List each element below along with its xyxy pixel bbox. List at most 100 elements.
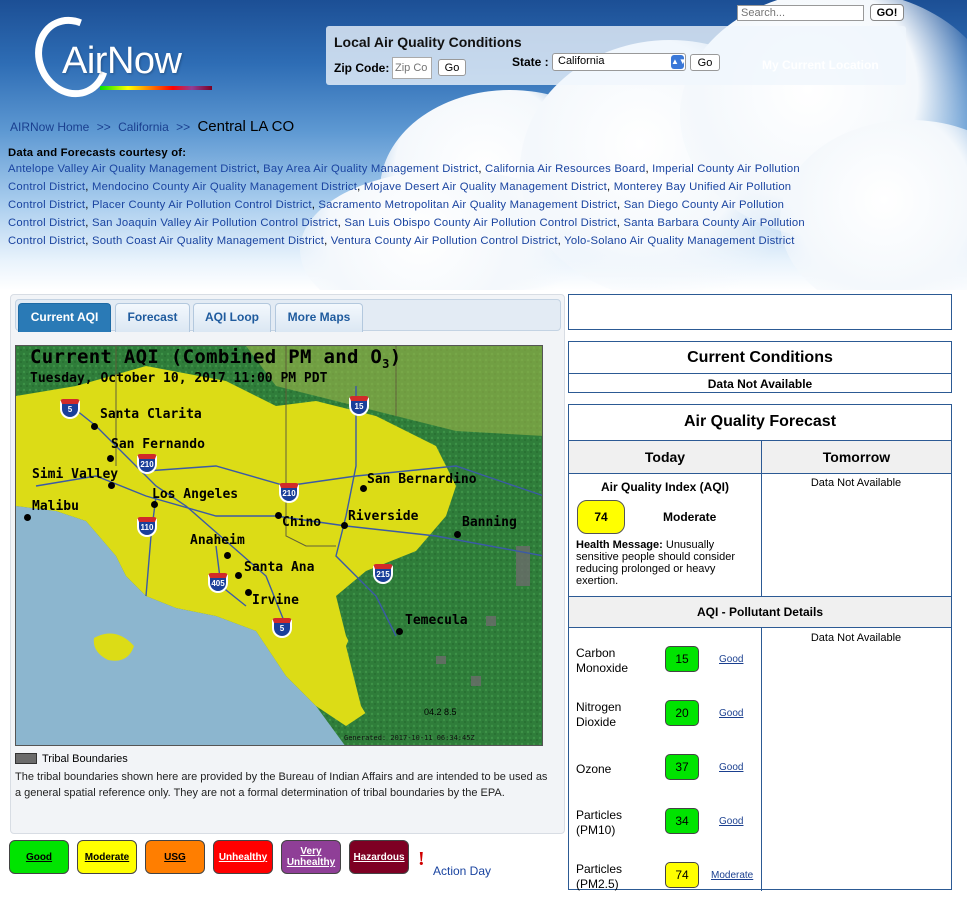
- pollutant-name-line1: Carbon: [576, 646, 616, 660]
- city-label: Irvine: [252, 593, 299, 608]
- legend-very-unhealthy-line2: Unhealthy: [286, 857, 336, 868]
- map-panel: Current AQI Forecast AQI Loop More Maps: [10, 294, 565, 834]
- agency-link[interactable]: Antelope Valley Air Quality Management D…: [8, 163, 256, 175]
- agency-separator: ,: [357, 181, 364, 193]
- pollutant-name-line2: (PM10): [576, 823, 616, 837]
- city-dot: [224, 552, 231, 559]
- divider: [761, 474, 762, 596]
- city-label: Malibu: [32, 499, 79, 514]
- pollutant-value-badge: 74: [665, 862, 699, 888]
- state-label: State :: [512, 55, 549, 69]
- health-message: Health Message: Unusually sensitive peop…: [576, 539, 756, 587]
- map-scale: 04.2 8.5: [424, 707, 457, 717]
- city-label: Los Angeles: [152, 487, 239, 502]
- agency-link[interactable]: San Joaquin Valley Air Pollution Control…: [92, 217, 338, 229]
- pollutant-name-line2: (PM2.5): [576, 877, 619, 891]
- airnow-logo[interactable]: AirNow: [22, 4, 212, 110]
- pollutant-name-line1: Nitrogen: [576, 700, 622, 714]
- pollutant-value-badge: 34: [665, 808, 699, 834]
- city-label: San Bernardino: [367, 472, 477, 487]
- current-conditions-title: Current Conditions: [687, 349, 833, 366]
- pollutant-row: Particles (PM2.5) 74 Moderate: [569, 848, 761, 902]
- breadcrumb-home-link[interactable]: AIRNow Home: [10, 120, 89, 134]
- agency-link[interactable]: Placer County Air Pollution Control Dist…: [92, 199, 312, 211]
- legend-unhealthy-button[interactable]: Unhealthy: [213, 840, 273, 874]
- pollutant-row: Nitrogen Dioxide 20 Good: [569, 686, 761, 740]
- aqi-label: Air Quality Index (AQI): [600, 480, 729, 494]
- city-dot: [108, 482, 115, 489]
- aqi-category: Moderate: [663, 510, 717, 524]
- city-label: Anaheim: [190, 533, 245, 548]
- zip-code-input[interactable]: [392, 57, 432, 79]
- agency-link[interactable]: San Luis Obispo County Air Pollution Con…: [344, 217, 616, 229]
- state-select[interactable]: California ▲▼: [552, 53, 687, 71]
- search-input[interactable]: [737, 5, 864, 21]
- pollutant-category-link[interactable]: Good: [719, 762, 743, 773]
- agency-link[interactable]: Bay Area Air Quality Management District: [263, 163, 478, 175]
- pollutant-details: Data Not Available Carbon Monoxide 15 Goo…: [569, 628, 951, 891]
- agency-link[interactable]: Sacramento Metropolitan Air Quality Mana…: [318, 199, 617, 211]
- city-label: Santa Ana: [244, 560, 315, 575]
- divider: [761, 628, 762, 891]
- city-dot: [275, 512, 282, 519]
- pollutant-name: Particles (PM10): [576, 808, 622, 838]
- agency-separator: ,: [607, 181, 614, 193]
- page-title: Central LA CO: [197, 118, 295, 135]
- agency-link[interactable]: Yolo-Solano Air Quality Management Distr…: [564, 235, 794, 247]
- agency-link[interactable]: Mojave Desert Air Quality Management Dis…: [364, 181, 607, 193]
- courtesy-section: Data and Forecasts courtesy of: Antelope…: [8, 146, 808, 250]
- action-day-link[interactable]: Action Day: [433, 864, 491, 878]
- pollutant-name-line1: Ozone: [576, 762, 612, 776]
- pollutant-category-link[interactable]: Good: [719, 654, 743, 665]
- breadcrumb-separator: >>: [96, 120, 111, 134]
- forecast-tomorrow-header: Tomorrow: [761, 441, 951, 473]
- legend-moderate-button[interactable]: Moderate: [77, 840, 137, 874]
- search-go-button[interactable]: GO!: [870, 4, 904, 21]
- legend-usg-button[interactable]: USG: [145, 840, 205, 874]
- air-quality-forecast-box: Air Quality Forecast Today Tomorrow Air …: [568, 404, 952, 891]
- pollutant-category-link[interactable]: Good: [719, 708, 743, 719]
- logo-text: AirNow: [62, 40, 182, 82]
- agency-separator: ,: [324, 235, 331, 247]
- pollutant-name-line2: Dioxide: [576, 715, 617, 729]
- legend-good-button[interactable]: Good: [9, 840, 69, 874]
- interstate-shield-icon: 405: [208, 573, 228, 593]
- city-label: Banning: [462, 515, 517, 530]
- city-dot: [151, 501, 158, 508]
- forecast-today-header: Today: [644, 449, 686, 465]
- agency-link[interactable]: South Coast Air Quality Management Distr…: [92, 235, 324, 247]
- tomorrow-status: Data Not Available: [810, 477, 902, 489]
- current-conditions-status: Data Not Available: [707, 377, 813, 391]
- aqi-value-badge: 74: [577, 500, 625, 534]
- my-current-location-link[interactable]: My Current Location: [762, 58, 879, 72]
- tab-current-aqi[interactable]: Current AQI: [18, 303, 111, 332]
- current-conditions-box: Current Conditions Data Not Available: [568, 341, 952, 393]
- zip-go-button[interactable]: Go: [438, 59, 466, 76]
- city-label: San Fernando: [111, 437, 205, 452]
- tab-aqi-loop[interactable]: AQI Loop: [193, 303, 271, 332]
- agency-separator: ,: [85, 217, 92, 229]
- map-title: Current AQI (Combined PM and O3): [30, 346, 401, 371]
- city-label: Simi Valley: [32, 467, 119, 482]
- agency-link[interactable]: Mendocino County Air Quality Management …: [92, 181, 357, 193]
- agency-link[interactable]: California Air Resources Board: [485, 163, 645, 175]
- agency-link[interactable]: Ventura County Air Pollution Control Dis…: [331, 235, 558, 247]
- tab-more-maps[interactable]: More Maps: [275, 303, 363, 332]
- forecast-aqi-row: Air Quality Index (AQI) 74 Moderate Heal…: [569, 474, 951, 596]
- tab-forecast[interactable]: Forecast: [115, 303, 190, 332]
- pollutant-category-link[interactable]: Good: [719, 816, 743, 827]
- breadcrumb-state-link[interactable]: California: [118, 120, 169, 134]
- tribal-boundaries-note: The tribal boundaries shown here are pro…: [15, 771, 548, 799]
- map-generated-time: Generated: 2017-10-11 06:34:45Z: [344, 734, 475, 742]
- state-go-button[interactable]: Go: [690, 54, 720, 71]
- pollutant-tomorrow-status: Data Not Available: [810, 632, 902, 644]
- legend-hazardous-button[interactable]: Hazardous: [349, 840, 409, 874]
- pollutant-category-link[interactable]: Moderate: [711, 870, 753, 881]
- pollutant-row: Carbon Monoxide 15 Good: [569, 632, 761, 686]
- pollutant-name-line1: Particles: [576, 862, 623, 876]
- action-day-icon: !: [418, 848, 425, 870]
- pollutant-name: Carbon Monoxide: [576, 646, 628, 676]
- aqi-map[interactable]: Current AQI (Combined PM and O3) Tuesday…: [15, 345, 543, 746]
- interstate-shield-icon: 210: [137, 454, 157, 474]
- legend-very-unhealthy-button[interactable]: Very Unhealthy: [281, 840, 341, 874]
